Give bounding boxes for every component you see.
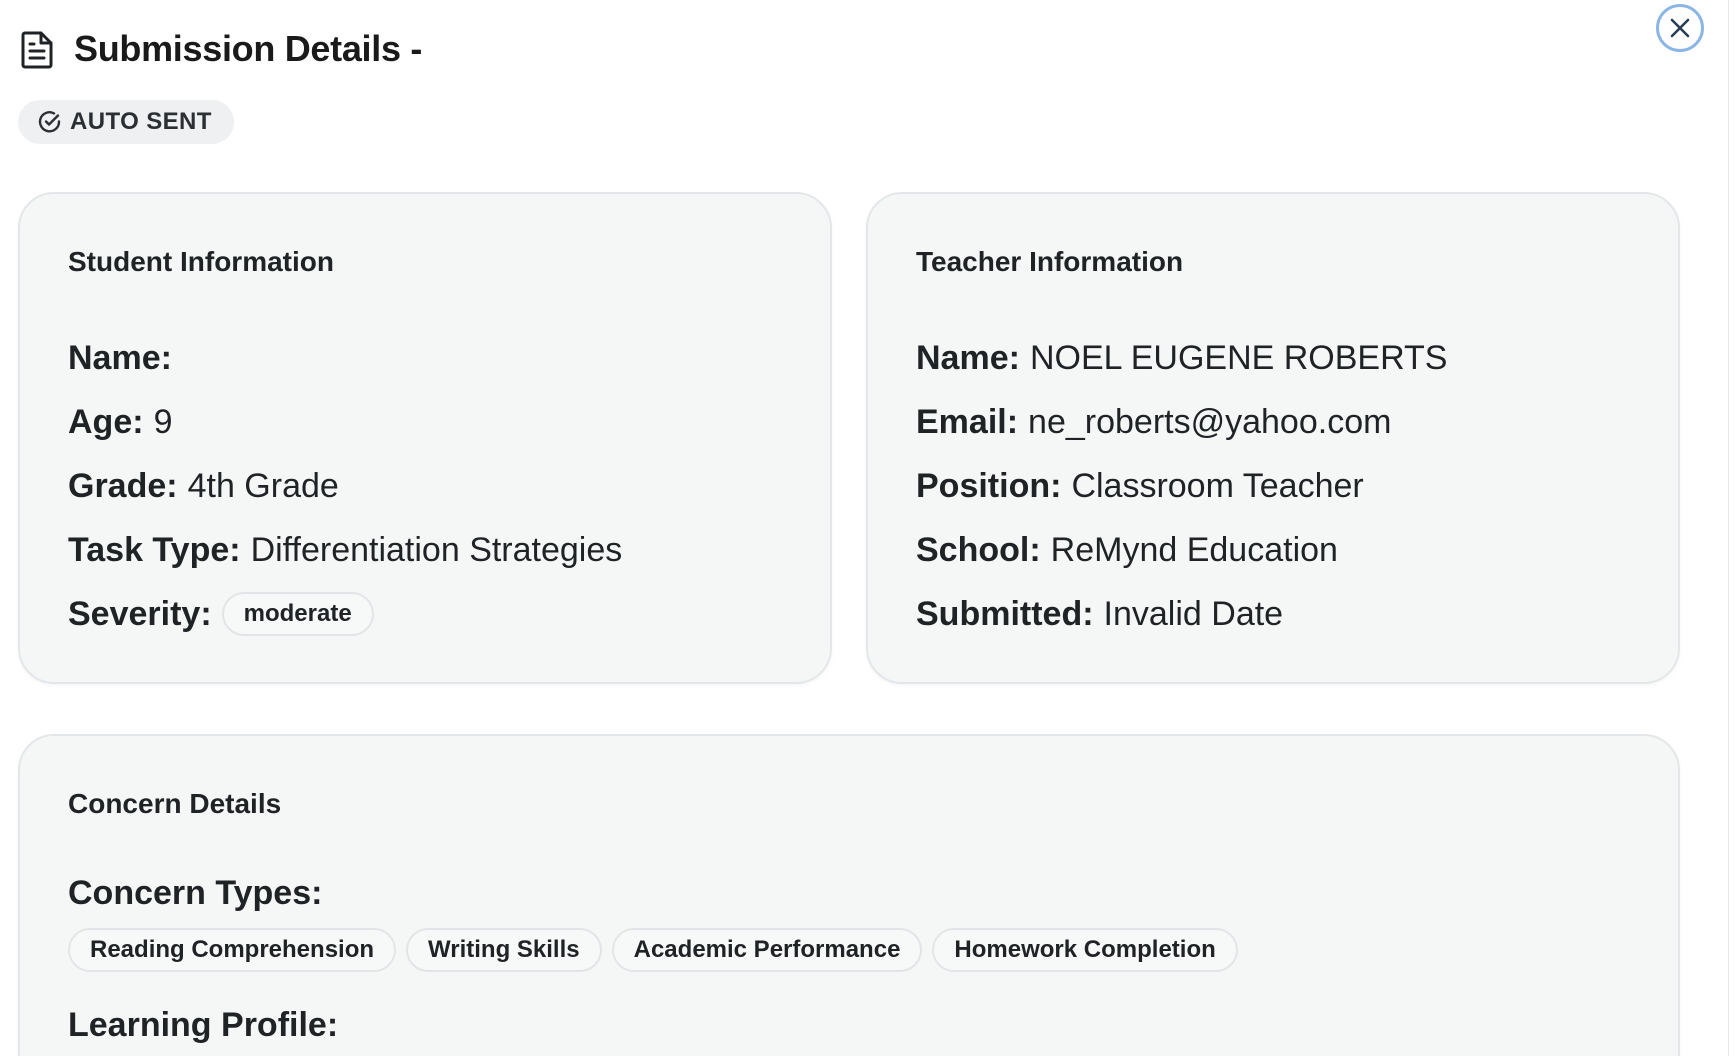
concern-types-label: Concern Types:	[68, 874, 323, 912]
teacher-school-value: ReMynd Education	[1050, 530, 1338, 569]
concern-types-list: Reading Comprehension Writing Skills Aca…	[68, 928, 1238, 972]
page-title: Submission Details -	[74, 28, 423, 69]
student-age-row: Age: 9	[68, 390, 622, 454]
close-button[interactable]	[1656, 4, 1704, 52]
teacher-position-value: Classroom Teacher	[1071, 466, 1364, 505]
teacher-school-label: School:	[916, 530, 1041, 569]
teacher-school-row: School: ReMynd Education	[916, 518, 1447, 582]
student-name-row: Name:	[68, 326, 622, 390]
student-name-label: Name:	[68, 338, 172, 377]
teacher-name-value: NOEL EUGENE ROBERTS	[1029, 338, 1448, 377]
concern-type-tag: Homework Completion	[932, 928, 1238, 972]
student-task-value: Differentiation Strategies	[250, 530, 623, 569]
teacher-info-heading: Teacher Information	[916, 246, 1184, 277]
teacher-email-row: Email: ne_roberts@yahoo.com	[916, 390, 1447, 454]
teacher-name-row: Name: NOEL EUGENE ROBERTS	[916, 326, 1447, 390]
concern-type-tag: Writing Skills	[406, 928, 602, 972]
learning-profile-label: Learning Profile:	[68, 1006, 339, 1044]
student-grade-row: Grade: 4th Grade	[68, 454, 622, 518]
modal-scroll-edge	[1728, 0, 1736, 1056]
teacher-position-row: Position: Classroom Teacher	[916, 454, 1447, 518]
document-icon	[20, 29, 56, 69]
student-task-label: Task Type:	[68, 530, 241, 569]
concern-details-heading: Concern Details	[68, 788, 282, 819]
submission-details-modal: Submission Details - AUTO SENT Student I…	[0, 0, 1736, 1056]
student-grade-value: 4th Grade	[187, 466, 339, 505]
status-badge: AUTO SENT	[18, 100, 234, 144]
student-info-heading: Student Information	[68, 246, 334, 277]
teacher-submitted-label: Submitted:	[916, 594, 1094, 633]
teacher-fields: Name: NOEL EUGENE ROBERTS Email: ne_robe…	[916, 326, 1447, 646]
student-age-label: Age:	[68, 402, 144, 441]
check-circle-icon	[38, 110, 62, 134]
teacher-submitted-value: Invalid Date	[1103, 594, 1284, 633]
student-task-row: Task Type: Differentiation Strategies	[68, 518, 622, 582]
student-age-value: 9	[153, 402, 173, 441]
student-fields: Name: Age: 9 Grade: 4th Grade Task Type:…	[68, 326, 622, 646]
severity-badge: moderate	[221, 592, 374, 636]
teacher-submitted-row: Submitted: Invalid Date	[916, 582, 1447, 646]
concern-type-tag: Academic Performance	[611, 928, 923, 972]
student-info-card: Student Information Name: Age: 9 Grade: …	[18, 192, 832, 684]
student-grade-label: Grade:	[68, 466, 178, 505]
teacher-info-card: Teacher Information Name: NOEL EUGENE RO…	[866, 192, 1680, 684]
modal-header: Submission Details -	[20, 28, 422, 70]
status-badge-label: AUTO SENT	[70, 108, 212, 135]
concern-type-tag: Reading Comprehension	[68, 928, 397, 972]
teacher-position-label: Position:	[916, 466, 1062, 505]
student-severity-label: Severity:	[68, 594, 212, 633]
student-severity-row: Severity: moderate	[68, 582, 622, 646]
close-icon	[1669, 17, 1691, 39]
teacher-name-label: Name:	[916, 338, 1020, 377]
concern-details-card: Concern Details Concern Types: Reading C…	[18, 734, 1680, 1056]
teacher-email-value: ne_roberts@yahoo.com	[1028, 402, 1392, 441]
teacher-email-label: Email:	[916, 402, 1019, 441]
